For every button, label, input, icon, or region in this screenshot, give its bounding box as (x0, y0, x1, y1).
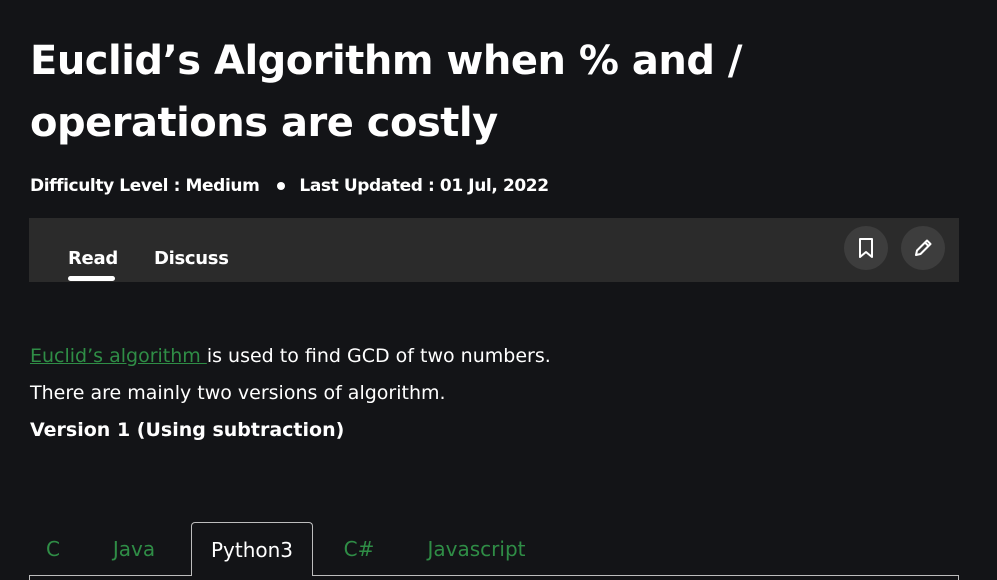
bookmark-button[interactable] (844, 226, 888, 270)
difficulty-level: Difficulty Level : Medium (30, 176, 260, 196)
active-tab-indicator (68, 276, 115, 281)
section-heading: Version 1 (Using subtraction) (30, 419, 345, 441)
code-box-left-edge (29, 575, 30, 580)
pencil-icon (915, 239, 932, 256)
code-tab-javascript[interactable]: Javascript (409, 522, 544, 576)
paragraph-2: There are mainly two versions of algorit… (30, 382, 446, 404)
code-language-tabs: C Java Python3 C# Javascript (29, 522, 959, 580)
page-title: Euclid’s Algorithm when % and / operatio… (30, 38, 743, 146)
paragraph-1: Euclid’s algorithm is used to find GCD o… (30, 338, 950, 375)
code-box-right-edge (958, 575, 959, 580)
edit-button[interactable] (901, 226, 945, 270)
article-meta: Difficulty Level : Medium Last Updated :… (30, 173, 549, 199)
separator-dot (277, 182, 286, 190)
code-tab-java[interactable]: Java (99, 522, 169, 576)
euclid-algorithm-link[interactable]: Euclid’s algorithm (30, 345, 207, 367)
paragraph-1-text: is used to find GCD of two numbers. (206, 345, 551, 367)
code-tab-csharp[interactable]: C# (334, 522, 384, 576)
code-tab-c[interactable]: C (33, 522, 73, 576)
last-updated: Last Updated : 01 Jul, 2022 (299, 176, 549, 196)
article-page: Euclid’s Algorithm when % and / operatio… (0, 0, 997, 580)
tab-read[interactable]: Read (68, 248, 118, 269)
bookmark-icon (859, 238, 873, 258)
article-tabbar: Read Discuss (29, 218, 959, 282)
article-content: Euclid’s algorithm is used to find GCD o… (30, 338, 950, 449)
tab-discuss[interactable]: Discuss (154, 248, 229, 269)
code-tab-python3[interactable]: Python3 (191, 522, 313, 576)
